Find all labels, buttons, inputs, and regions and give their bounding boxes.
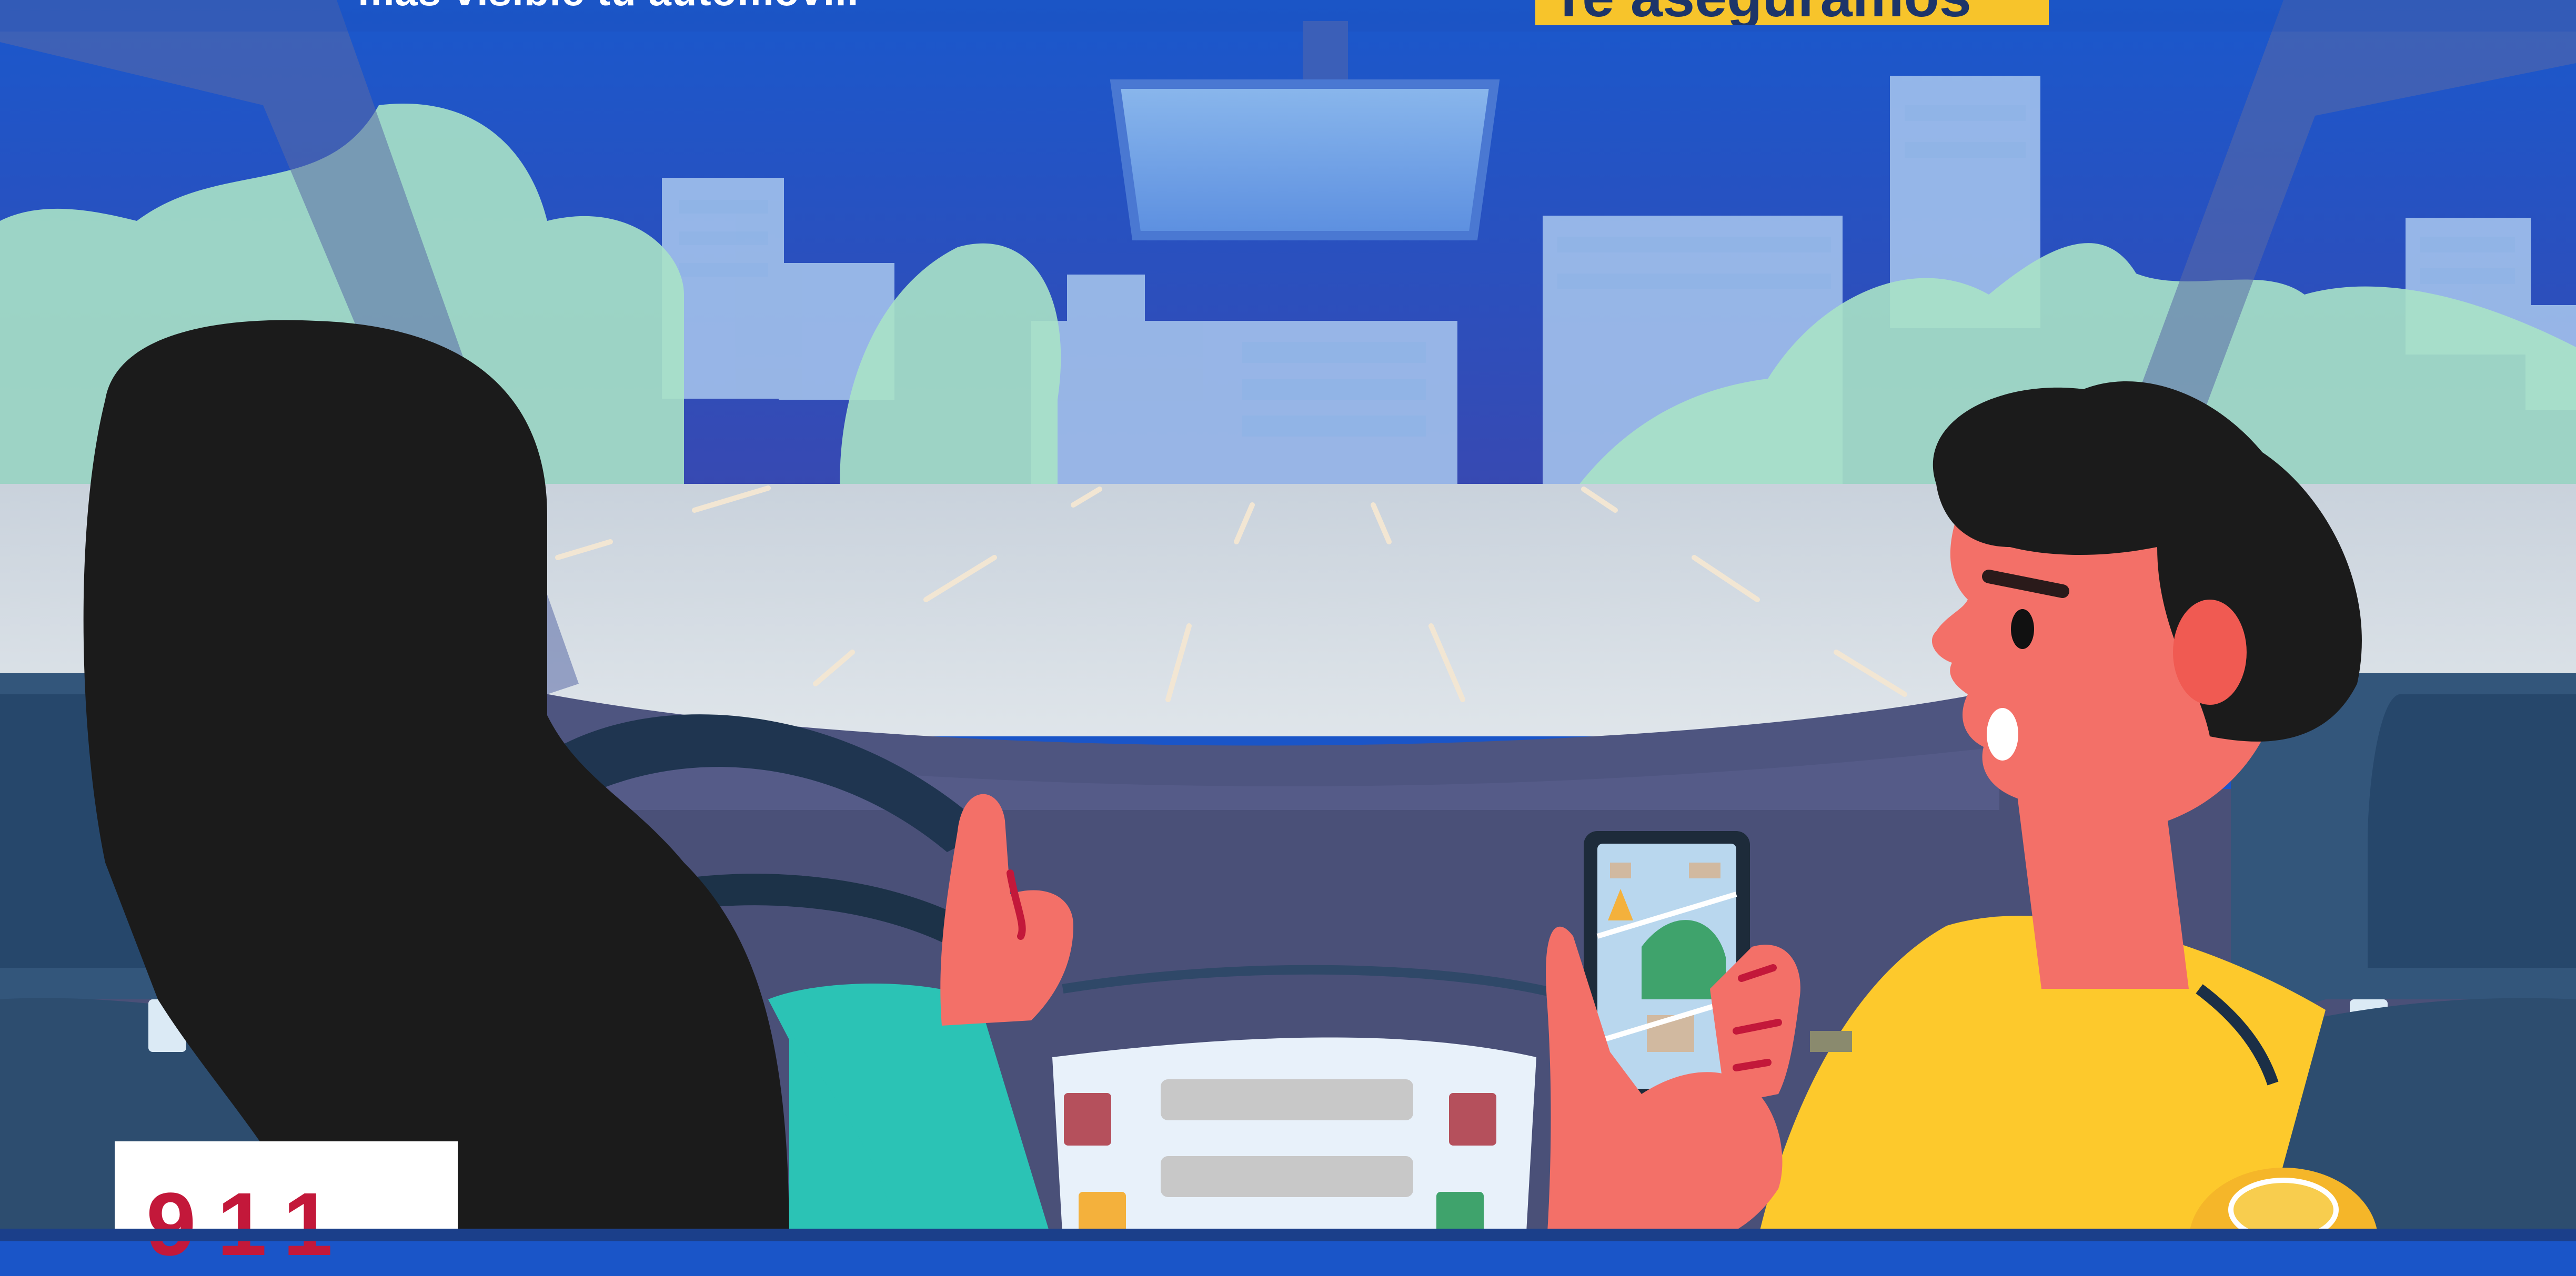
emergency-911-badge: 911 bbox=[115, 1141, 458, 1274]
man-eye bbox=[2011, 609, 2034, 649]
bottom-bar bbox=[0, 1229, 2576, 1241]
man-mouth bbox=[1987, 708, 2018, 761]
headline-tag: Te aseguramos bbox=[1535, 0, 2049, 25]
rearview-mirror bbox=[1110, 79, 1500, 240]
seatbelt bbox=[1810, 1031, 1852, 1052]
driving-scene-illustration bbox=[0, 0, 2576, 1276]
headline-caption: más visible tu automóvil. bbox=[358, 0, 859, 15]
man-ear bbox=[2173, 600, 2247, 705]
badge-number: 911 bbox=[146, 1174, 354, 1274]
tag-text: Te aseguramos bbox=[1551, 0, 1971, 25]
